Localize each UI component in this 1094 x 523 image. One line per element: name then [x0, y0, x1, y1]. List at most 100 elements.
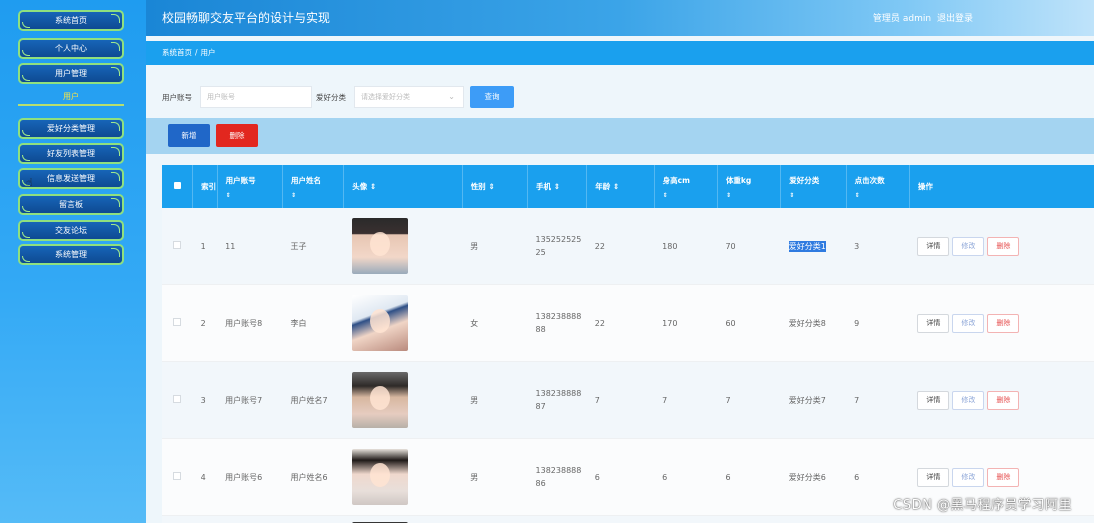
cell-gender: 男: [462, 361, 528, 439]
detail-button[interactable]: 详情: [917, 467, 950, 487]
sidebar-item-hobby-category[interactable]: 爱好分类管理: [18, 118, 124, 139]
sidebar-item-label: 交友论坛: [55, 226, 87, 235]
query-button[interactable]: 查询: [470, 86, 514, 108]
column-header-height[interactable]: 身高cm ⇕: [654, 165, 718, 208]
sidebar-item-system[interactable]: 系统管理: [18, 244, 124, 265]
column-header-label: 点击次数: [854, 175, 885, 185]
column-header-weight[interactable]: 体重kg ⇕: [717, 165, 782, 208]
sidebar-item-profile[interactable]: 个人中心: [18, 38, 124, 59]
cell-name: 李白: [282, 284, 344, 362]
delete-button[interactable]: 删除: [987, 313, 1020, 333]
cell-account: 用户账号8: [217, 284, 283, 362]
delete-button[interactable]: 删除: [987, 390, 1020, 410]
breadcrumb-current: 用户: [200, 48, 216, 57]
column-header-gender[interactable]: 性别 ⇕: [462, 165, 529, 208]
avatar: [351, 449, 408, 505]
breadcrumb-home[interactable]: 系统首页: [162, 48, 192, 57]
action-bar: 新增 删除: [146, 118, 1094, 154]
sidebar-item-message-send[interactable]: 信息发送管理: [18, 168, 124, 189]
row-checkbox[interactable]: [162, 361, 193, 439]
sidebar-item-friend-list[interactable]: 好友列表管理: [18, 143, 124, 164]
detail-button[interactable]: 详情: [917, 390, 950, 410]
sidebar-item-message-board[interactable]: 留言板: [18, 194, 124, 215]
detail-button[interactable]: 详情: [917, 313, 950, 333]
cell-phone: 13823888886: [527, 438, 587, 516]
column-header-account[interactable]: 用户账号 ⇕: [217, 165, 283, 208]
cell-avatar: [343, 208, 463, 285]
column-header-name[interactable]: 用户姓名 ⇕: [282, 165, 345, 208]
cell-age: 22: [586, 284, 655, 362]
account-placeholder: 用户账号: [207, 93, 235, 101]
top-bar: 校园畅聊交友平台的设计与实现 管理员 admin 退出登录: [146, 0, 1094, 36]
category-placeholder: 请选择爱好分类: [361, 93, 410, 101]
edit-button[interactable]: 修改: [952, 236, 985, 256]
column-header-age[interactable]: 年龄 ⇕: [586, 165, 655, 208]
chevron-down-icon: ⌄: [448, 92, 455, 101]
sort-icon[interactable]: ⇕: [726, 192, 780, 199]
column-header-label: 体重kg: [725, 175, 752, 185]
add-button[interactable]: 新增: [168, 124, 210, 147]
user-table: 索引 用户账号 ⇕ 用户姓名 ⇕ 头像 ⇕ 性别 ⇕ 手机 ⇕ 年龄 ⇕ 身高cm ⇕…: [162, 165, 1094, 523]
sidebar-item-label: 信息发送管理: [47, 174, 95, 183]
column-header-actions: 操作: [909, 165, 1094, 208]
detail-button[interactable]: 详情: [917, 236, 950, 256]
cell-index: 1: [192, 208, 218, 285]
phone-value: 13823888888: [535, 312, 582, 334]
row-checkbox[interactable]: [162, 438, 193, 516]
column-header-clicks[interactable]: 点击次数 ⇕: [846, 165, 910, 208]
sidebar-item-home[interactable]: 系统首页: [18, 10, 124, 31]
sidebar-item-label: 系统首页: [55, 16, 87, 25]
sort-icon[interactable]: ⇕: [291, 192, 343, 199]
column-header-avatar[interactable]: 头像 ⇕: [343, 165, 463, 208]
column-header-category[interactable]: 爱好分类 ⇕: [780, 165, 847, 208]
select-all-checkbox[interactable]: [162, 165, 194, 208]
sidebar-subitem-users[interactable]: 用户: [18, 90, 124, 106]
cell-avatar: [343, 438, 463, 516]
category-select[interactable]: 请选择爱好分类 ⌄: [354, 86, 464, 108]
checkbox-icon: [173, 241, 182, 249]
user-name: admin: [902, 14, 932, 24]
selected-category-text: 爱好分类1: [788, 240, 826, 252]
cell-category: 爱好分类7: [780, 361, 847, 439]
user-area: 管理员 admin 退出登录: [873, 11, 976, 24]
sort-icon[interactable]: ⇕: [855, 192, 909, 199]
delete-button[interactable]: 删除: [987, 236, 1020, 256]
edit-button[interactable]: 修改: [952, 467, 985, 487]
edit-button[interactable]: 修改: [952, 313, 985, 333]
batch-delete-button[interactable]: 删除: [216, 124, 258, 147]
cell-avatar: [343, 361, 463, 439]
cell-phone: 13823888887: [527, 361, 587, 439]
breadcrumb-bar: 系统首页 / 用户: [146, 41, 1094, 65]
sort-icon[interactable]: ⇕: [370, 182, 376, 191]
column-header-phone[interactable]: 手机 ⇕: [527, 165, 588, 208]
cell-age: 22: [586, 208, 655, 285]
sidebar-item-label: 留言板: [59, 200, 83, 209]
sidebar-item-label: 爱好分类管理: [47, 124, 95, 133]
table-row: 3 用户账号7 用户姓名7 男 13823888887 7 7 7 爱好分类7 …: [162, 361, 1094, 439]
sort-icon[interactable]: ⇕: [663, 192, 717, 199]
sidebar-item-label: 好友列表管理: [47, 149, 95, 158]
row-checkbox[interactable]: [162, 208, 193, 285]
sort-icon[interactable]: ⇕: [554, 182, 560, 191]
cell-gender: 男: [462, 438, 528, 516]
sort-icon[interactable]: ⇕: [613, 182, 619, 191]
sort-icon[interactable]: ⇕: [789, 192, 845, 199]
sort-icon[interactable]: ⇕: [488, 182, 494, 191]
search-form: 用户账号 用户账号 爱好分类 请选择爱好分类 ⌄ 查询: [162, 84, 1092, 108]
cell-account: 11: [217, 208, 283, 285]
cell-name: 用户姓名7: [282, 361, 344, 439]
sidebar-item-forum[interactable]: 交友论坛: [18, 220, 124, 241]
edit-button[interactable]: 修改: [952, 390, 985, 410]
cell-weight: 70: [717, 208, 781, 285]
sidebar-item-user-management[interactable]: 用户管理: [18, 63, 124, 84]
cell-account: 用户账号7: [217, 361, 283, 439]
sort-icon[interactable]: ⇕: [226, 192, 282, 199]
delete-button[interactable]: 删除: [987, 467, 1020, 487]
cell-actions: 详情 修改 删除: [909, 208, 1094, 285]
account-input[interactable]: 用户账号: [200, 86, 312, 108]
column-header-label: 爱好分类: [789, 175, 820, 185]
cell-index: 2: [192, 284, 218, 362]
logout-link[interactable]: 退出登录: [937, 14, 973, 24]
row-checkbox[interactable]: [162, 284, 193, 362]
app-title: 校园畅聊交友平台的设计与实现: [162, 11, 331, 25]
